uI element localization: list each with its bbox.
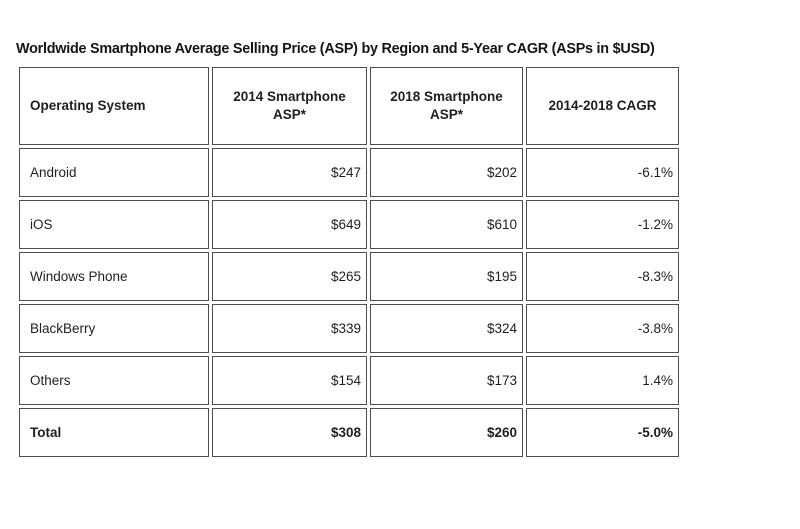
- cell-asp-2014: $154: [212, 356, 367, 405]
- cell-operating-system-value: Total: [30, 425, 62, 440]
- cell-asp-2018-value: $260: [486, 425, 517, 440]
- cell-operating-system: Others: [19, 356, 209, 405]
- column-header-operating-system-label: Operating System: [30, 98, 146, 113]
- cell-cagr-value: -8.3%: [637, 269, 673, 284]
- cell-asp-2014-value: $265: [330, 269, 361, 284]
- cell-cagr-value: -1.2%: [637, 217, 673, 232]
- cell-operating-system: BlackBerry: [19, 304, 209, 353]
- column-header-asp-2018-label: 2018 Smartphone ASP*: [390, 89, 503, 122]
- column-header-operating-system: Operating System: [19, 67, 209, 145]
- table-row: Windows Phone $265 $195 -8.3%: [19, 252, 679, 301]
- cell-asp-2018: $195: [370, 252, 523, 301]
- cell-operating-system: Android: [19, 148, 209, 197]
- cell-asp-2014-value: $308: [330, 425, 361, 440]
- table-row: iOS $649 $610 -1.2%: [19, 200, 679, 249]
- cell-operating-system-value: iOS: [30, 217, 53, 232]
- cell-cagr-value: -6.1%: [637, 165, 673, 180]
- cell-asp-2014-value: $154: [330, 373, 361, 388]
- cell-operating-system-value: BlackBerry: [30, 321, 96, 336]
- cell-operating-system: iOS: [19, 200, 209, 249]
- column-header-asp-2018: 2018 Smartphone ASP*: [370, 67, 523, 145]
- asp-table-report: Worldwide Smartphone Average Selling Pri…: [0, 0, 800, 529]
- column-header-cagr: 2014-2018 CAGR: [526, 67, 679, 145]
- cell-cagr-value: -5.0%: [637, 425, 673, 440]
- table-header: Operating System 2014 Smartphone ASP* 20…: [19, 67, 679, 145]
- cell-cagr: -8.3%: [526, 252, 679, 301]
- cell-asp-2014: $339: [212, 304, 367, 353]
- cell-operating-system: Windows Phone: [19, 252, 209, 301]
- cell-asp-2018-value: $173: [486, 373, 517, 388]
- page-title: Worldwide Smartphone Average Selling Pri…: [16, 41, 655, 57]
- cell-asp-2018: $260: [370, 408, 523, 457]
- cell-asp-2014: $247: [212, 148, 367, 197]
- cell-asp-2014: $649: [212, 200, 367, 249]
- cell-operating-system-value: Android: [30, 165, 77, 180]
- column-header-asp-2014-label: 2014 Smartphone ASP*: [233, 89, 346, 122]
- table-body: Android $247 $202 -6.1% iOS $649 $610 -1…: [19, 148, 679, 457]
- cell-cagr: -5.0%: [526, 408, 679, 457]
- cell-asp-2018: $610: [370, 200, 523, 249]
- cell-asp-2018-value: $195: [486, 269, 517, 284]
- column-header-cagr-label: 2014-2018 CAGR: [548, 98, 657, 113]
- cell-asp-2014: $265: [212, 252, 367, 301]
- cell-asp-2014-value: $247: [330, 165, 361, 180]
- table-row: Others $154 $173 1.4%: [19, 356, 679, 405]
- cell-cagr: 1.4%: [526, 356, 679, 405]
- table-header-row: Operating System 2014 Smartphone ASP* 20…: [19, 67, 679, 145]
- cell-asp-2014: $308: [212, 408, 367, 457]
- column-header-asp-2014: 2014 Smartphone ASP*: [212, 67, 367, 145]
- table-row: BlackBerry $339 $324 -3.8%: [19, 304, 679, 353]
- cell-operating-system-value: Windows Phone: [30, 269, 128, 284]
- cell-asp-2018-value: $202: [486, 165, 517, 180]
- table-row-total: Total $308 $260 -5.0%: [19, 408, 679, 457]
- cell-operating-system-value: Others: [30, 373, 71, 388]
- cell-asp-2014-value: $339: [330, 321, 361, 336]
- cell-asp-2014-value: $649: [330, 217, 361, 232]
- cell-cagr: -3.8%: [526, 304, 679, 353]
- cell-operating-system: Total: [19, 408, 209, 457]
- cell-cagr-value: -3.8%: [637, 321, 673, 336]
- cell-asp-2018: $202: [370, 148, 523, 197]
- cell-asp-2018: $173: [370, 356, 523, 405]
- asp-data-table: Operating System 2014 Smartphone ASP* 20…: [16, 64, 682, 460]
- cell-asp-2018-value: $324: [486, 321, 517, 336]
- cell-cagr-value: 1.4%: [642, 373, 673, 388]
- cell-asp-2018-value: $610: [486, 217, 517, 232]
- table-row: Android $247 $202 -6.1%: [19, 148, 679, 197]
- cell-cagr: -1.2%: [526, 200, 679, 249]
- cell-asp-2018: $324: [370, 304, 523, 353]
- cell-cagr: -6.1%: [526, 148, 679, 197]
